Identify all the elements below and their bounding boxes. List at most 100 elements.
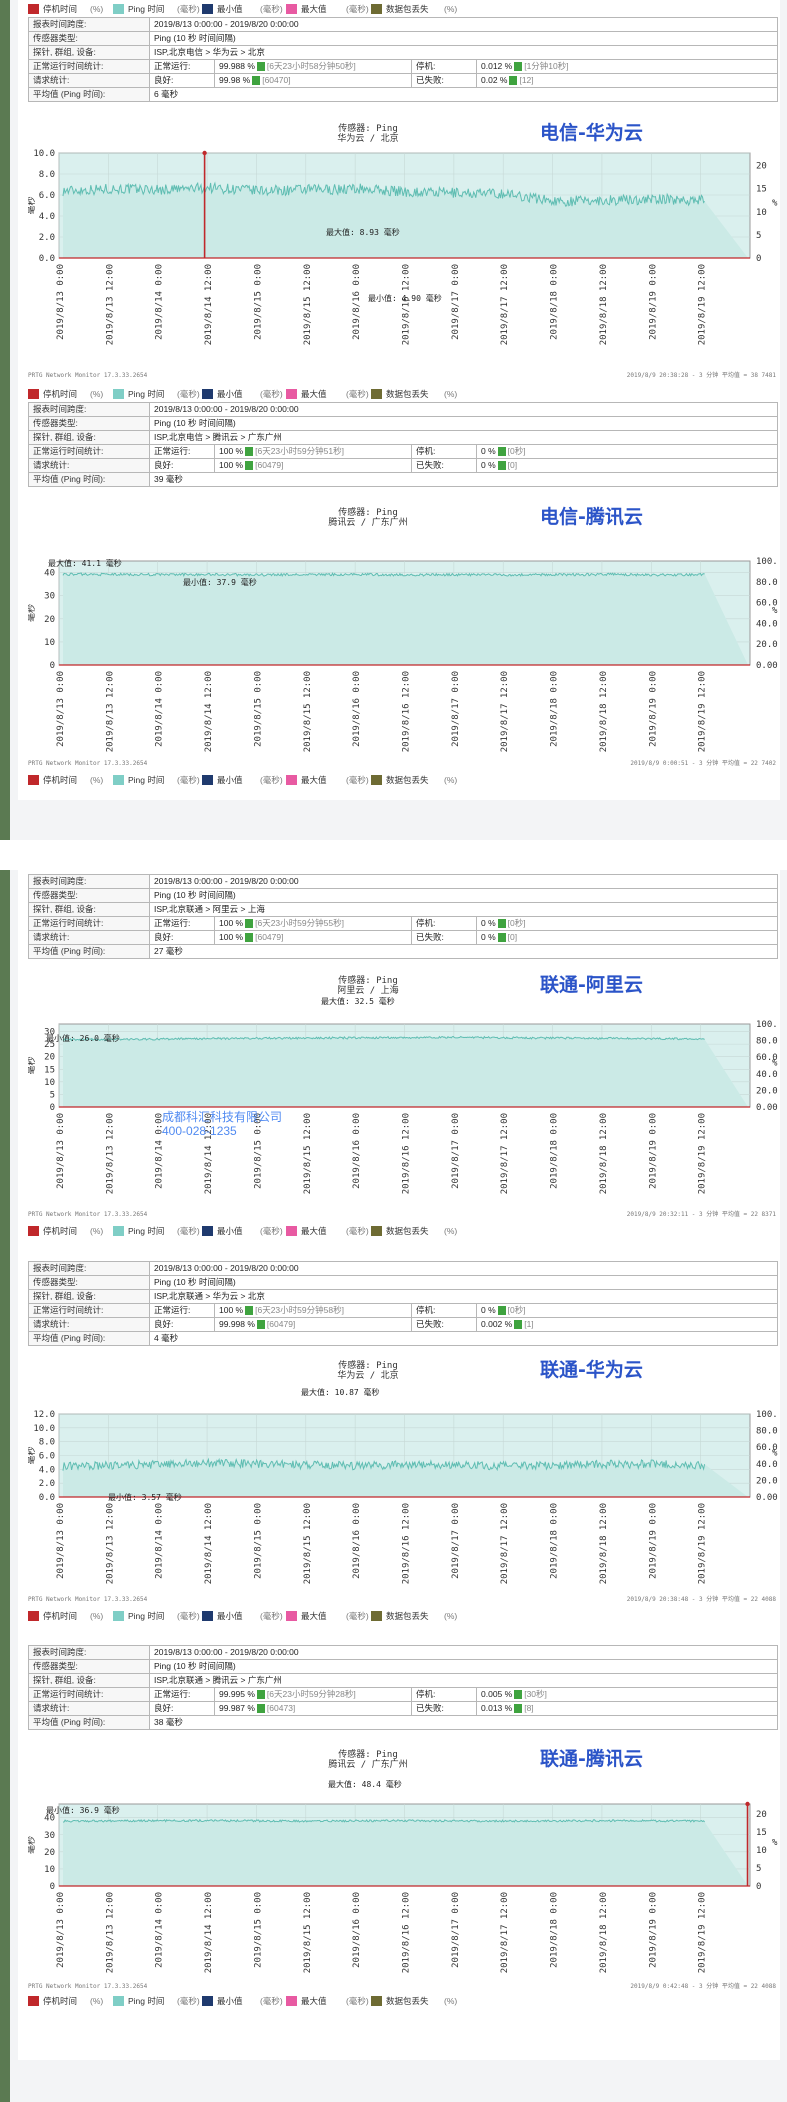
legend-label: (%) (90, 4, 104, 14)
y-tick-label: 0 (50, 1103, 55, 1113)
legend-label: 最大值 (301, 1226, 327, 1236)
legend-item: 停机时间 (28, 387, 77, 401)
x-tick-label: 2019/8/17 12:00 (500, 671, 510, 752)
x-tick-label: 2019/8/18 12:00 (599, 264, 609, 345)
row-uptime: 正常运行时间统计: 正常运行: 99.995 % [6天23小时59分钟28秒] … (28, 1687, 778, 1702)
y-tick-label: 5 (50, 1090, 55, 1100)
legend-item: 最小值 (202, 1609, 243, 1623)
downtime-marker (745, 1801, 750, 1807)
legend-unit: (%) (90, 2, 103, 16)
sensor-type-label: 传感器类型: (28, 416, 150, 431)
sensor-path: 腾讯云 / 广东广州 (328, 516, 407, 528)
down-duration: [1分钟10秒] (524, 61, 569, 71)
x-tick-label: 2019/8/18 0:00 (550, 671, 560, 747)
good-label: 良好: (149, 1317, 215, 1332)
row-average: 平均值 (Ping 时间): 6 毫秒 (28, 87, 778, 102)
x-tick-label: 2019/8/18 0:00 (550, 1503, 560, 1579)
y-tick-label: 30 (44, 1831, 55, 1841)
y-tick-label: 0 (50, 661, 55, 671)
sensor-type-value: Ping (10 秒 时间间隔) (149, 1275, 778, 1290)
down-bar (497, 919, 506, 929)
legend-swatch (113, 774, 124, 785)
y-axis-label: 毫秒 (28, 1446, 37, 1464)
period-label: 报表时间跨度: (28, 17, 150, 32)
legend-label: (毫秒) (177, 1226, 200, 1236)
right-tick-label: 40.00 (756, 619, 778, 629)
uptime-label: 正常运行: (149, 1687, 215, 1702)
x-tick-label: 2019/8/17 12:00 (500, 264, 510, 345)
avg-ping-label: 平均值 (Ping 时间): (28, 87, 150, 102)
x-tick-label: 2019/8/16 12:00 (402, 1503, 412, 1584)
right-axis-unit: % (772, 199, 778, 209)
legend-label: 停机时间 (43, 1996, 78, 2006)
row-average: 平均值 (Ping 时间): 39 毫秒 (28, 472, 778, 487)
legend-label: 数据包丢失 (386, 1611, 429, 1621)
ping-chart-telecom-tencent: 传感器: Ping腾讯云 / 广东广州 电信-腾讯云 0 10 20 30 40 0.00 20… (28, 505, 778, 767)
sensor-type-value: Ping (10 秒 时间间隔) (149, 888, 778, 903)
failed-value: 0 % [0] (476, 930, 778, 945)
legend-item: 停机时间 (28, 1609, 77, 1623)
legend-unit: (%) (444, 2, 457, 16)
failed-value: 0 % [0] (476, 458, 778, 473)
legend-unit: (%) (444, 1994, 457, 2008)
x-tick-label: 2019/8/19 12:00 (698, 264, 708, 345)
down-duration: [0秒] (507, 918, 526, 928)
x-tick-label: 2019/8/16 12:00 (402, 671, 412, 752)
right-tick-label: 10 (756, 208, 767, 218)
row-probe: 探针, 群组, 设备: ISP,北京联通 > 阿里云 > 上海 (28, 902, 778, 917)
legend-label: 最大值 (301, 1996, 327, 2006)
right-tick-label: 20 (756, 162, 767, 172)
legend-label: (%) (444, 389, 458, 399)
y-tick-label: 40 (44, 1814, 55, 1824)
good-bar (256, 1704, 265, 1714)
legend-label: (毫秒) (260, 1611, 283, 1621)
x-tick-label: 2019/8/14 0:00 (155, 1892, 165, 1968)
uptime-duration: [6天23小时59分钟28秒] (266, 1689, 356, 1699)
x-tick-label: 2019/8/19 12:00 (698, 671, 708, 752)
uptime-percent: 99.995 % (219, 1689, 255, 1699)
good-label: 良好: (149, 458, 215, 473)
uptime-label: 正常运行: (149, 1303, 215, 1318)
legend-swatch (113, 388, 124, 399)
y-tick-label: 2.0 (39, 1479, 55, 1489)
legend-label: (毫秒) (177, 4, 200, 14)
min-value-label: 最小值: 26.0 毫秒 (46, 1033, 120, 1043)
row-sensor-type: 传感器类型: Ping (10 秒 时间间隔) (28, 1659, 778, 1674)
y-tick-label: 12.0 (33, 1410, 55, 1420)
legend-label: (毫秒) (346, 1611, 369, 1621)
good-bar (256, 1320, 265, 1330)
ping-chart-telecom-huawei: 传感器: Ping华为云 / 北京 电信-华为云 0.0 2.0 4.0 6.0 8.0 10… (28, 121, 778, 379)
legend-item: Ping 时间 (113, 2, 164, 16)
legend-unit: (%) (444, 387, 457, 401)
x-tick-label: 2019/8/19 0:00 (648, 264, 658, 340)
failed-percent: 0.02 % (481, 75, 508, 85)
legend-swatch (286, 1610, 297, 1621)
chart-tag: 联通-阿里云 (540, 974, 643, 996)
legend-swatch (113, 3, 124, 14)
legend-swatch (286, 3, 297, 14)
failed-bar (514, 1320, 523, 1330)
legend-unit: (%) (444, 1609, 457, 1623)
right-axis-unit: % (772, 1449, 778, 1459)
good-value: 100 % [60479] (214, 930, 412, 945)
right-axis-unit: % (772, 606, 778, 616)
legend-unit: (毫秒) (260, 773, 283, 787)
legend-unit: (%) (90, 1609, 103, 1623)
y-tick-label: 4.0 (39, 1465, 55, 1475)
right-tick-label: 15 (756, 185, 767, 195)
watermark-phone: 400-028-1235 (162, 1124, 237, 1138)
x-tick-label: 2019/8/16 12:00 (402, 1892, 412, 1973)
x-tick-label: 2019/8/15 12:00 (303, 1892, 313, 1973)
legend-label: Ping 时间 (128, 1996, 165, 2006)
ping-chart-unicom-aliyun: 传感器: Ping阿里云 / 上海 联通-阿里云0510152025300.002… (28, 974, 778, 1218)
row-average: 平均值 (Ping 时间): 4 毫秒 (28, 1331, 778, 1346)
row-sensor-type: 传感器类型: Ping (10 秒 时间间隔) (28, 416, 778, 431)
failed-label: 已失败: (411, 73, 477, 88)
uptime-value: 100 % [6天23小时59分钟58秒] (214, 1303, 412, 1318)
good-label: 良好: (149, 73, 215, 88)
legend-unit: (毫秒) (177, 387, 200, 401)
legend-item: 停机时间 (28, 1994, 77, 2008)
period-label: 报表时间跨度: (28, 1645, 150, 1660)
legend-label: 停机时间 (43, 4, 78, 14)
legend-swatch (28, 1225, 39, 1236)
